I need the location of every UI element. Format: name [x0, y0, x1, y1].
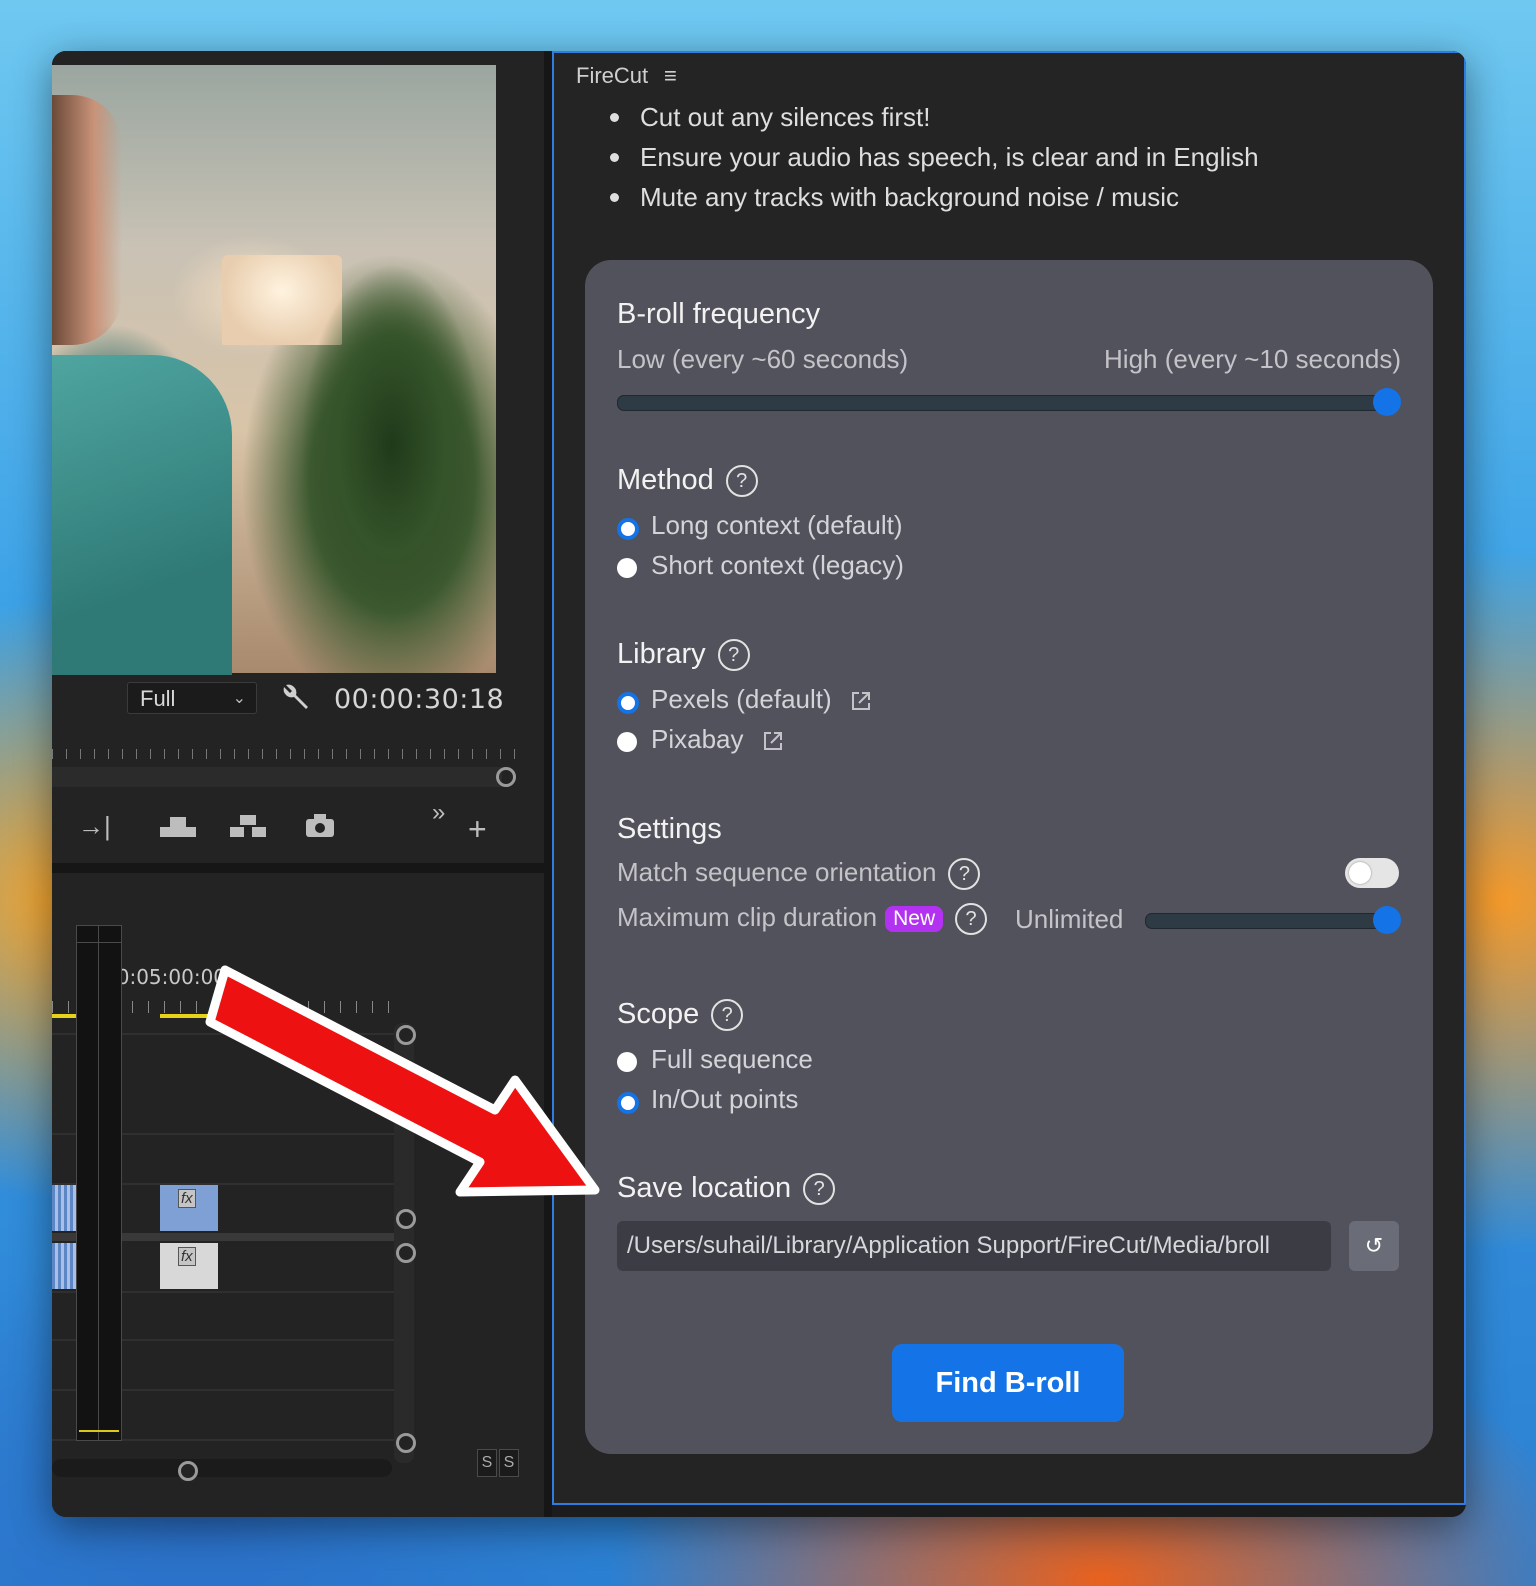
scroll-handle[interactable]	[396, 1209, 416, 1229]
tip-item: Mute any tracks with background noise / …	[606, 177, 1259, 217]
radio-unselected-icon	[617, 732, 637, 752]
radio-label: Full sequence	[651, 1044, 813, 1074]
frequency-slider[interactable]	[617, 395, 1399, 411]
method-title: Method?	[617, 464, 758, 498]
max-clip-duration-label: Maximum clip duration	[617, 902, 878, 932]
video-person-shirt	[52, 355, 232, 675]
playback-resolution-value: Full	[140, 686, 176, 711]
red-arrow-annotation	[205, 965, 600, 1197]
help-icon[interactable]: ?	[948, 858, 981, 891]
scroll-handle[interactable]	[396, 1433, 416, 1453]
scope-title: Scope?	[617, 998, 744, 1032]
firecut-panel: FireCut ≡ Cut out any silences first! En…	[552, 51, 1466, 1505]
match-orientation-label: Match sequence orientation	[617, 857, 937, 887]
monitor-toolbar: →| » +	[52, 793, 544, 863]
radio-unselected-icon	[617, 1052, 637, 1072]
meter-channel-divider	[98, 926, 99, 1440]
external-link-icon[interactable]	[762, 730, 784, 752]
external-link-icon[interactable]	[850, 690, 872, 712]
match-orientation-row: Match sequence orientation?	[617, 857, 981, 891]
chevron-down-icon: ⌄	[232, 690, 246, 707]
method-title-text: Method	[617, 464, 714, 496]
find-broll-button[interactable]: Find B-roll	[892, 1344, 1124, 1422]
app-window: Full ⌄ 00:00:30:18 →| » + 00:05:00:00 fx…	[52, 51, 1466, 1517]
radio-selected-icon	[617, 1092, 639, 1114]
monitor-zoom-handle[interactable]	[496, 767, 516, 787]
tip-item: Cut out any silences first!	[606, 97, 1259, 137]
radio-unselected-icon	[617, 558, 637, 578]
new-badge: New	[885, 906, 944, 933]
video-person-face	[52, 95, 122, 345]
help-icon[interactable]: ?	[711, 999, 744, 1032]
frequency-high-label: High (every ~10 seconds)	[1104, 344, 1401, 374]
radio-selected-icon	[617, 692, 639, 714]
save-location-title-text: Save location	[617, 1172, 792, 1204]
fx-badge: fx	[178, 1189, 196, 1208]
frequency-low-label: Low (every ~60 seconds)	[617, 344, 909, 374]
radio-label: Long context (default)	[651, 510, 903, 540]
help-icon[interactable]: ?	[803, 1173, 836, 1206]
library-title: Library?	[617, 638, 750, 672]
radio-label: In/Out points	[651, 1084, 799, 1114]
scroll-handle[interactable]	[396, 1243, 416, 1263]
save-location-input[interactable]	[617, 1221, 1331, 1271]
tip-item: Ensure your audio has speech, is clear a…	[606, 137, 1259, 177]
settings-title: Settings	[617, 813, 722, 845]
help-icon[interactable]: ?	[725, 465, 758, 498]
go-to-out-icon[interactable]: →|	[78, 811, 111, 842]
plus-icon[interactable]: +	[468, 811, 487, 848]
solo-button-right[interactable]: S	[499, 1449, 519, 1477]
toggle-knob	[1349, 862, 1371, 884]
scope-title-text: Scope	[617, 998, 700, 1030]
h-scroll-handle[interactable]	[178, 1461, 198, 1481]
max-clip-duration-value: Unlimited	[1015, 904, 1124, 934]
panel-divider	[52, 863, 544, 873]
meter-level	[79, 1430, 119, 1432]
audio-clip[interactable]: fx	[160, 1243, 218, 1289]
radio-label: Pixabay	[651, 724, 784, 755]
panel-menu-icon[interactable]: ≡	[664, 63, 677, 89]
solo-button-left[interactable]: S	[477, 1449, 497, 1477]
extract-icon[interactable]	[228, 813, 268, 841]
save-location-title: Save location?	[617, 1172, 836, 1206]
panel-title: FireCut	[576, 63, 649, 88]
double-chevron-right-icon[interactable]: »	[432, 799, 445, 827]
monitor-scrollbar[interactable]	[52, 767, 502, 787]
fx-badge: fx	[178, 1247, 196, 1266]
broll-settings-card: B-roll frequency Low (every ~60 seconds)…	[585, 260, 1433, 1454]
library-title-text: Library	[617, 638, 706, 670]
frequency-slider-thumb[interactable]	[1373, 388, 1401, 416]
wrench-icon[interactable]	[280, 681, 312, 713]
radio-selected-icon	[617, 518, 639, 540]
timeline-horizontal-scrollbar[interactable]	[52, 1459, 392, 1477]
camera-icon[interactable]	[304, 811, 336, 839]
radio-label: Short context (legacy)	[651, 550, 904, 580]
monitor-ruler[interactable]	[52, 739, 517, 769]
help-icon[interactable]: ?	[717, 639, 750, 672]
radio-label: Pexels (default)	[651, 684, 872, 715]
tips-list: Cut out any silences first! Ensure your …	[606, 97, 1259, 217]
meter-peak-box	[77, 926, 121, 943]
max-clip-duration-row: Maximum clip duration New?	[617, 902, 988, 936]
audio-meter	[76, 925, 122, 1441]
help-icon[interactable]: ?	[955, 903, 988, 936]
playhead-timecode[interactable]: 00:00:30:18	[334, 684, 504, 715]
premiere-area: Full ⌄ 00:00:30:18 →| » + 00:05:00:00 fx…	[52, 51, 552, 1517]
video-plant	[302, 215, 496, 673]
panel-splitter[interactable]	[544, 51, 552, 1517]
lift-icon[interactable]	[158, 813, 198, 841]
broll-frequency-title: B-roll frequency	[617, 298, 821, 330]
playback-resolution-dropdown[interactable]: Full ⌄	[127, 682, 257, 714]
reset-location-button[interactable]: ↺	[1349, 1221, 1399, 1271]
match-orientation-toggle[interactable]	[1345, 858, 1399, 888]
program-monitor-video	[52, 65, 496, 675]
max-clip-duration-slider[interactable]	[1145, 913, 1399, 929]
max-clip-duration-thumb[interactable]	[1373, 906, 1401, 934]
